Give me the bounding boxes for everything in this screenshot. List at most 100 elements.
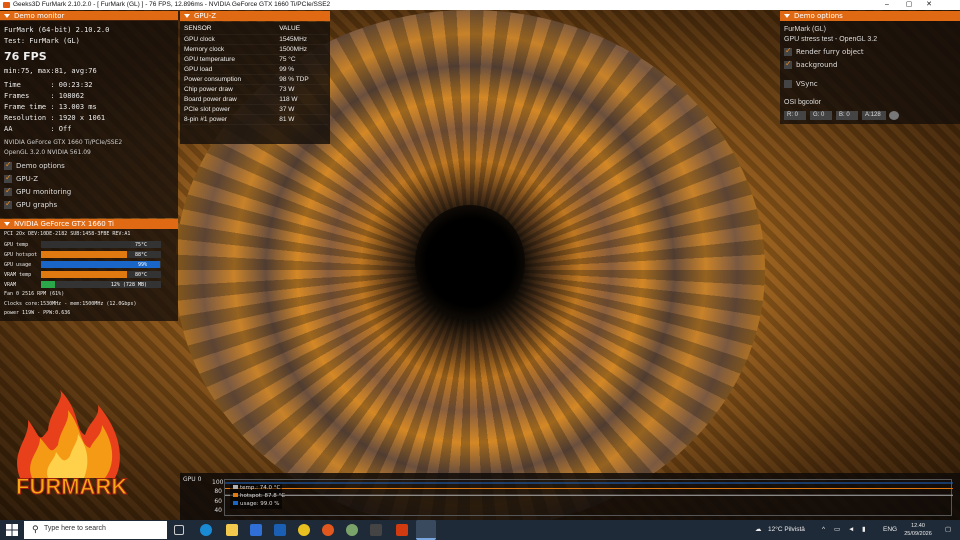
metric-label: GPU usage xyxy=(4,262,32,268)
checkbox-checked-icon[interactable] xyxy=(784,59,792,69)
clock[interactable]: 12.40 25/09/2026 xyxy=(900,522,936,538)
edge-browser-icon[interactable] xyxy=(200,524,212,536)
weather-readout[interactable]: 12°C Pilvistä xyxy=(768,520,805,540)
demo-options-title: Demo options xyxy=(794,12,843,20)
app-version: FurMark (64-bit) 2.10.2.0 xyxy=(4,26,110,34)
checkbox-unchecked-icon[interactable] xyxy=(784,80,792,88)
gpu-monitor-title: NVIDIA GeForce GTX 1660 Ti xyxy=(14,220,114,228)
y-tick-label: 40 xyxy=(214,507,222,514)
bgcolor-r-input[interactable]: R: 0 xyxy=(784,111,806,120)
table-row: Memory clock 1500MHz xyxy=(182,44,328,55)
sensor-name: GPU temperature xyxy=(182,54,278,65)
fan-speed: Fan 0 2516 RPM (61%) xyxy=(4,291,65,297)
window-titlebar[interactable]: Geeks3D FurMark 2.10.2.0 - [ FurMark (GL… xyxy=(0,0,960,10)
gpu-graph-panel: GPU 0 100 80 60 40 temp.: 74.0 °C hotspo… xyxy=(180,473,960,520)
search-placeholder: Type here to search xyxy=(44,525,106,532)
furmark-window-taskbar-button[interactable] xyxy=(416,520,436,540)
background-checkbox[interactable]: background xyxy=(784,59,838,71)
sensor-name: 8-pin #1 power xyxy=(182,114,278,125)
gpu-graphs-checkbox[interactable]: GPU graphs xyxy=(4,199,57,211)
demo-options-panel: FurMark (GL) GPU stress test - OpenGL 3.… xyxy=(780,21,960,124)
elapsed-time: Time : 00:23:32 xyxy=(4,81,93,89)
legend-hotspot: hotspot: 87.8 °C xyxy=(233,493,285,499)
metric-bar-fill xyxy=(41,241,131,248)
checkbox-checked-icon[interactable] xyxy=(4,160,12,170)
gpuz-sensor-table: SENSOR VALUE GPU clock 1545MHz Memory cloc… xyxy=(182,24,328,125)
store-icon[interactable] xyxy=(250,524,262,536)
chevron-up-icon[interactable]: ^ xyxy=(822,520,825,540)
minimize-icon[interactable]: – xyxy=(880,0,894,10)
checkbox-checked-icon[interactable] xyxy=(4,199,12,209)
app-icon[interactable] xyxy=(346,524,358,536)
clock-time: 12.40 xyxy=(911,523,925,529)
collapse-triangle-icon[interactable] xyxy=(184,14,190,18)
clock-date: 25/09/2026 xyxy=(904,531,932,537)
metric-value: 12% (728 MB) xyxy=(110,282,147,288)
checkbox-label: Demo options xyxy=(16,162,65,170)
volume-icon[interactable]: ◄ xyxy=(848,520,854,540)
battery-icon[interactable]: ▮ xyxy=(862,520,866,540)
gpuz-title: GPU-Z xyxy=(194,12,217,20)
table-row: Chip power draw 73 W xyxy=(182,84,328,95)
sensor-value: 98 % TDP xyxy=(277,74,328,85)
color-picker-icon[interactable] xyxy=(889,111,899,120)
collapse-triangle-icon[interactable] xyxy=(4,14,10,18)
donut-hole xyxy=(415,205,525,320)
bgcolor-a-input[interactable]: A:128 xyxy=(862,111,886,120)
gpuz-panel: SENSOR VALUE GPU clock 1545MHz Memory cloc… xyxy=(180,22,330,144)
pci-info: PCI 2Ox DEV:10DE-2182 SUB:1458-3FBE REV:… xyxy=(4,231,131,237)
search-icon: ⚲ xyxy=(32,525,39,535)
metric-label: GPU temp xyxy=(4,242,29,248)
language-indicator[interactable]: ENG xyxy=(883,520,897,540)
graph-legend: temp.: 74.0 °C hotspot: 87.8 °C usage: 9… xyxy=(230,484,285,509)
gpuz-checkbox[interactable]: GPU-Z xyxy=(4,173,39,185)
file-explorer-icon[interactable] xyxy=(226,524,238,536)
metric-bar-fill xyxy=(41,271,127,278)
gpu-monitoring-checkbox[interactable]: GPU monitoring xyxy=(4,186,72,198)
bgcolor-b-input[interactable]: B: 0 xyxy=(836,111,858,120)
checkbox-label: background xyxy=(796,61,838,69)
collapse-triangle-icon[interactable] xyxy=(784,14,790,18)
metric-bar: 12% (728 MB) xyxy=(41,281,161,288)
maximize-icon[interactable]: ▢ xyxy=(902,0,916,10)
checkbox-label: GPU-Z xyxy=(16,175,39,183)
checkbox-checked-icon[interactable] xyxy=(4,173,12,183)
metric-label: VRAM temp xyxy=(4,272,32,278)
table-row: 8-pin #1 power 81 W xyxy=(182,114,328,125)
chrome-browser-icon[interactable] xyxy=(298,524,310,536)
network-icon[interactable]: ▭ xyxy=(834,520,840,540)
windows-taskbar: ⚲ Type here to search ☁ 12°C Pilvistä ^ … xyxy=(0,520,960,540)
frame-count: Frames : 108062 xyxy=(4,92,85,100)
collapse-triangle-icon[interactable] xyxy=(4,222,10,226)
demo-options-header[interactable]: Demo options xyxy=(780,11,960,21)
bgcolor-g-input[interactable]: G: 0 xyxy=(810,111,832,120)
app-icon[interactable] xyxy=(370,524,382,536)
table-row: GPU clock 1545MHz xyxy=(182,34,328,45)
vsync-checkbox[interactable]: VSync xyxy=(784,80,818,90)
gpu-monitor-header[interactable]: NVIDIA GeForce GTX 1660 Ti xyxy=(0,219,178,229)
demo-monitor-title: Demo monitor xyxy=(14,12,65,20)
metric-bar: 88°C xyxy=(41,251,161,258)
task-view-icon[interactable] xyxy=(174,525,184,535)
demo-options-checkbox[interactable]: Demo options xyxy=(4,160,65,172)
taskbar-search-box[interactable]: ⚲ Type here to search xyxy=(24,521,167,539)
sensor-name: Board power draw xyxy=(182,94,278,105)
close-icon[interactable]: ✕ xyxy=(922,0,936,10)
gpu-renderer: NVIDIA GeForce GTX 1660 Ti/PCIe/SSE2 xyxy=(4,139,123,146)
mail-icon[interactable] xyxy=(274,524,286,536)
notification-icon[interactable]: ▢ xyxy=(945,520,951,540)
metric-bar-fill xyxy=(41,281,55,288)
graph-lines xyxy=(225,482,953,496)
checkbox-label: GPU monitoring xyxy=(16,188,72,196)
gpuz-header[interactable]: GPU-Z xyxy=(180,11,330,21)
checkbox-checked-icon[interactable] xyxy=(4,186,12,196)
sensor-value: 1500MHz xyxy=(277,44,328,55)
sensor-value: 99 % xyxy=(277,64,328,75)
legend-temp: temp.: 74.0 °C xyxy=(233,485,280,491)
render-furry-checkbox[interactable]: Render furry object xyxy=(784,46,864,58)
furmark-taskbar-icon[interactable] xyxy=(396,524,408,536)
windows-start-icon[interactable] xyxy=(6,524,18,536)
firefox-browser-icon[interactable] xyxy=(322,524,334,536)
weather-cloud-icon[interactable]: ☁ xyxy=(755,520,762,540)
checkbox-checked-icon[interactable] xyxy=(784,46,792,56)
